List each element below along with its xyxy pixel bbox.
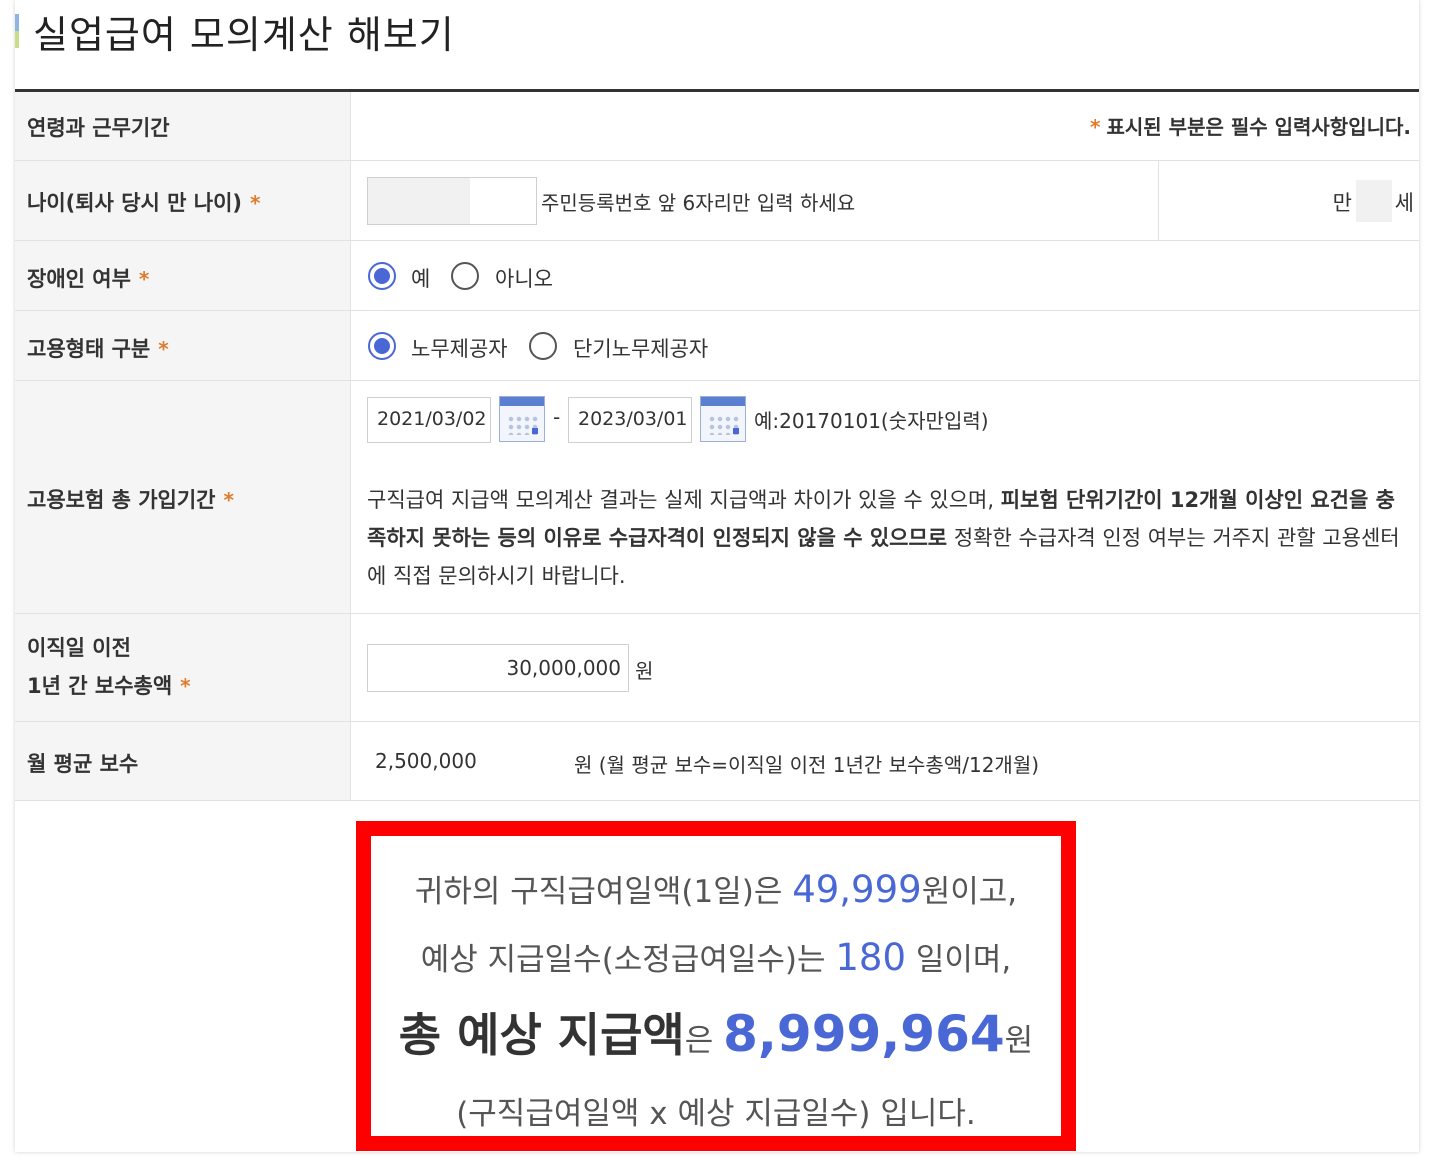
insurance-period-row: 고용보험 총 가입기간 * 2021/03/02 - 2023/03/01 예:2… <box>15 381 1419 614</box>
annual-salary-label: 이직일 이전 1년 간 보수총액 * <box>15 614 351 721</box>
disability-label-text: 장애인 여부 <box>27 267 131 291</box>
eligibility-notice: 구직급여 지급액 모의계산 결과는 실제 지급액과 차이가 있을 수 있으며, … <box>367 481 1412 595</box>
monthly-average-label-text: 월 평균 보수 <box>27 752 139 776</box>
age-label: 나이(퇴사 당시 만 나이) * <box>15 161 351 240</box>
employment-type-label-text: 고용형태 구분 <box>27 337 151 361</box>
start-date-input[interactable]: 2021/03/02 <box>367 397 491 443</box>
required-star-icon: * <box>138 267 150 291</box>
total-amount-value: 8,999,964 <box>723 1005 1005 1063</box>
employment-type-row: 고용형태 구분 * 노무제공자 단기노무제공자 <box>15 311 1419 381</box>
section-header-row: 연령과 근무기간 * 표시된 부분은 필수 입력사항입니다. <box>15 92 1419 161</box>
birthdate-input-fill <box>368 178 470 224</box>
calendar-icon[interactable] <box>499 396 545 442</box>
required-note: * 표시된 부분은 필수 입력사항입니다. <box>1090 111 1411 140</box>
age-display: 만 세 <box>1158 161 1420 240</box>
required-star-icon: * <box>180 674 191 698</box>
daily-amount-prefix: 귀하의 구직급여일액(1일)은 <box>414 874 793 910</box>
end-date-value: 2023/03/01 <box>578 408 688 430</box>
disability-no-radio[interactable] <box>451 262 479 290</box>
payment-days-line: 예상 지급일수(소정급여일수)는 180 일이며, <box>371 934 1061 979</box>
insurance-period-label-text: 고용보험 총 가입기간 <box>27 488 216 512</box>
monthly-average-row: 월 평균 보수 2,500,000 원 (월 평균 보수=이직일 이전 1년간 … <box>15 722 1419 801</box>
section-label-text: 연령과 근무기간 <box>27 116 170 140</box>
notice-text-1: 구직급여 지급액 모의계산 결과는 실제 지급액과 차이가 있을 수 있으며, <box>367 488 1001 512</box>
payment-days-value: 180 <box>835 936 906 979</box>
monthly-average-formula: 원 (월 평균 보수=이직일 이전 1년간 보수총액/12개월) <box>574 753 1040 777</box>
annual-salary-label-line1: 이직일 이전 <box>27 636 131 660</box>
labor-provider-label[interactable]: 노무제공자 <box>411 333 508 363</box>
age-value-field <box>1356 180 1392 222</box>
disability-yes-radio[interactable] <box>368 262 396 290</box>
payment-days-prefix: 예상 지급일수(소정급여일수)는 <box>420 942 836 978</box>
annual-salary-value: 30,000,000 <box>506 656 621 680</box>
calendar-icon[interactable] <box>700 396 746 442</box>
disability-no-label[interactable]: 아니오 <box>495 263 553 293</box>
required-star-icon: * <box>1090 115 1101 139</box>
labor-provider-radio[interactable] <box>368 332 396 360</box>
age-label-text: 나이(퇴사 당시 만 나이) <box>27 191 243 215</box>
section-label: 연령과 근무기간 <box>15 92 351 160</box>
required-note-text: 표시된 부분은 필수 입력사항입니다. <box>1106 115 1412 139</box>
start-date-value: 2021/03/02 <box>377 408 487 430</box>
disability-row: 장애인 여부 * 예 아니오 <box>15 241 1419 311</box>
total-amount-mid: 은 <box>684 1023 724 1059</box>
result-summary-box: 귀하의 구직급여일액(1일)은 49,999원이고, 예상 지급일수(소정급여일… <box>356 821 1076 1151</box>
age-suffix: 세 <box>1394 191 1414 215</box>
calculator-panel: 실업급여 모의계산 해보기 연령과 근무기간 * 표시된 부분은 필수 입력사항입… <box>15 0 1419 1152</box>
age-row: 나이(퇴사 당시 만 나이) * 주민등록번호 앞 6자리만 입력 하세요 만 세 <box>15 161 1419 241</box>
annual-salary-label-line2: 1년 간 보수총액 <box>27 674 173 698</box>
annual-salary-unit: 원 <box>635 659 654 683</box>
required-star-icon: * <box>250 191 261 215</box>
age-prefix: 만 <box>1332 191 1352 215</box>
employment-type-label: 고용형태 구분 * <box>15 311 351 380</box>
date-format-hint: 예:20170101(숫자만입력) <box>754 409 989 433</box>
page-title: 실업급여 모의계산 해보기 <box>33 13 455 57</box>
short-term-provider-radio[interactable] <box>529 332 557 360</box>
payment-days-suffix: 일이며, <box>906 942 1012 978</box>
disability-label: 장애인 여부 * <box>15 241 351 310</box>
total-amount-line: 총 예상 지급액은 8,999,964원 <box>371 999 1061 1065</box>
end-date-input[interactable]: 2023/03/01 <box>568 397 692 443</box>
total-amount-suffix: 원 <box>1004 1023 1034 1059</box>
disability-yes-label[interactable]: 예 <box>411 263 430 293</box>
formula-line: (구직급여일액 x 예상 지급일수) 입니다. <box>456 1096 976 1132</box>
title-accent-bar <box>15 14 19 48</box>
required-star-icon: * <box>158 337 169 361</box>
total-amount-label: 총 예상 지급액 <box>398 1008 685 1062</box>
short-term-provider-label[interactable]: 단기노무제공자 <box>573 333 708 363</box>
daily-amount-value: 49,999 <box>792 868 922 911</box>
title-bar: 실업급여 모의계산 해보기 <box>15 0 1419 92</box>
birthdate-input[interactable] <box>367 177 537 225</box>
monthly-average-label: 월 평균 보수 <box>15 722 351 800</box>
annual-salary-row: 이직일 이전 1년 간 보수총액 * 30,000,000 원 <box>15 614 1419 722</box>
date-range-dash: - <box>553 405 561 429</box>
monthly-average-value: 2,500,000 <box>375 749 477 773</box>
daily-amount-line: 귀하의 구직급여일액(1일)은 49,999원이고, <box>371 866 1061 911</box>
required-star-icon: * <box>223 488 234 512</box>
birthdate-hint: 주민등록번호 앞 6자리만 입력 하세요 <box>541 191 856 215</box>
daily-amount-suffix: 원이고, <box>921 874 1018 910</box>
insurance-period-label: 고용보험 총 가입기간 * <box>15 381 351 613</box>
annual-salary-input[interactable]: 30,000,000 <box>367 644 629 692</box>
